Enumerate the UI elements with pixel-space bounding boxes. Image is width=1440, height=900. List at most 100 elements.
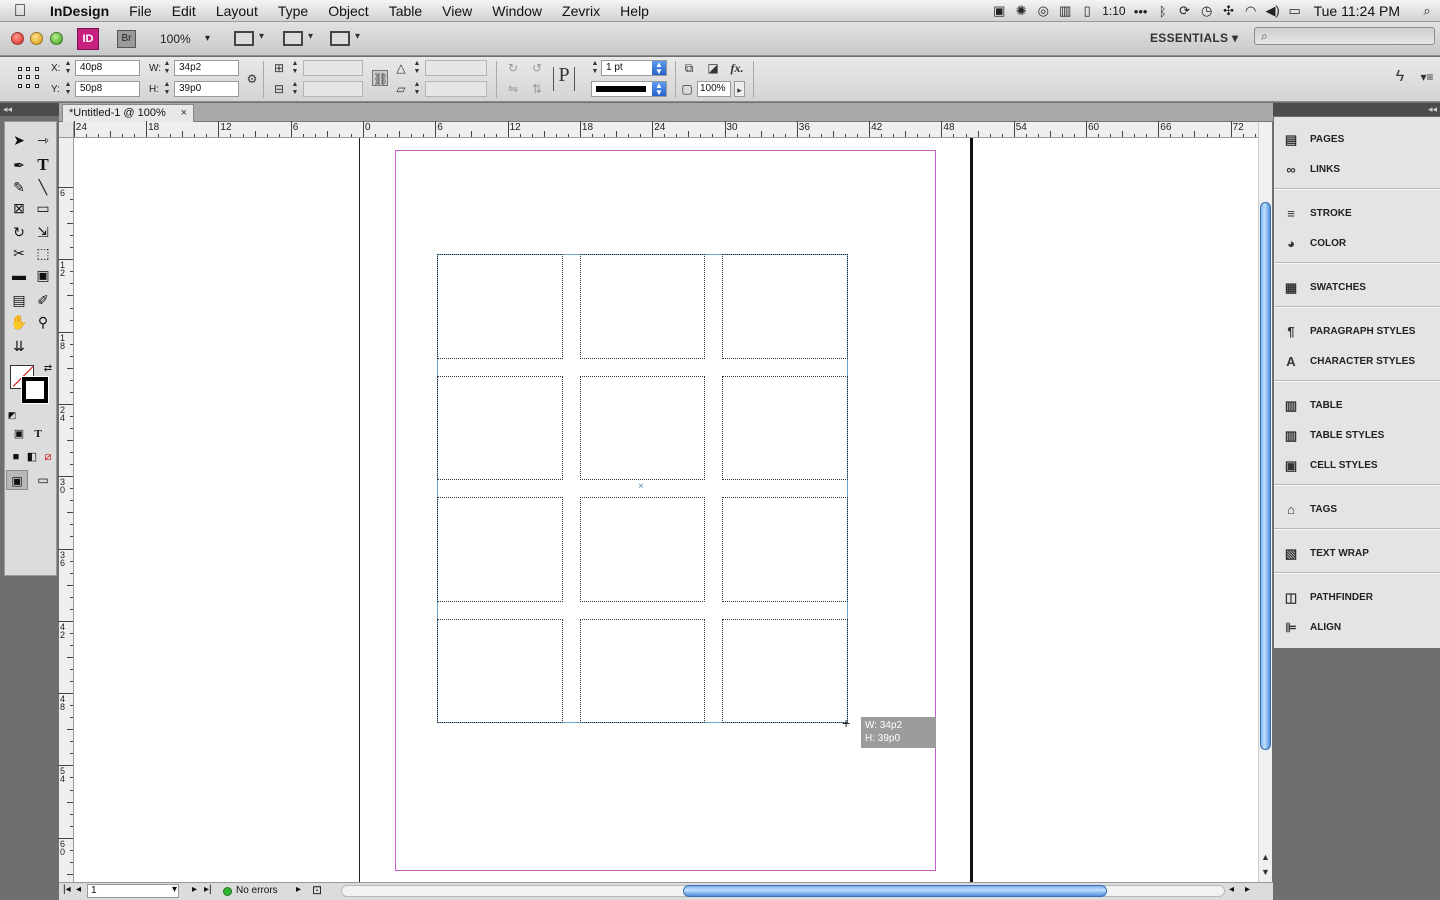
quick-apply-icon[interactable]: ϟ — [1392, 69, 1408, 85]
preflight-menu-icon[interactable]: ▸ — [296, 884, 301, 895]
ruler-origin[interactable] — [59, 122, 74, 138]
note-tool-icon[interactable]: ▤ — [8, 290, 30, 310]
location-icon[interactable]: ✣ — [1218, 3, 1240, 19]
default-fill-stroke-icon[interactable]: ◩ — [5, 405, 19, 425]
document-tab[interactable]: *Untitled-1 @ 100% × — [62, 104, 194, 122]
panel-table-styles[interactable]: ▥ TABLE STYLES — [1280, 423, 1436, 449]
direct-selection-tool-icon[interactable]: ⇾ — [32, 130, 54, 150]
vertical-scroll-thumb[interactable] — [1260, 202, 1271, 750]
gradient-feather-tool-icon[interactable]: ▣ — [32, 265, 54, 285]
panel-paragraph-styles[interactable]: ¶ PARAGRAPH STYLES — [1280, 319, 1436, 345]
previous-page-icon[interactable]: ◂ — [76, 884, 81, 895]
constrain-scale-icon[interactable]: ⛓ — [372, 70, 388, 86]
panel-pages[interactable]: ▤ PAGES — [1280, 127, 1436, 153]
swap-fill-stroke-icon[interactable]: ⇄ — [37, 359, 59, 379]
scroll-down-icon[interactable]: ▼ — [1261, 867, 1270, 877]
normal-view-mode-icon[interactable]: ▣ — [6, 470, 28, 490]
panel-tags[interactable]: ⌂ TAGS — [1280, 497, 1436, 523]
tools-more-icon[interactable]: ⇊ — [8, 336, 30, 356]
vertical-scrollbar[interactable]: ▲ ▼ — [1258, 122, 1272, 882]
stroke-type-dropdown[interactable]: ▲ ▼ — [652, 82, 666, 97]
panel-align[interactable]: ⊫ ALIGN — [1280, 615, 1436, 641]
menu-object[interactable]: Object — [318, 0, 378, 22]
stroke-swatch[interactable] — [21, 376, 49, 404]
minimize-window-button[interactable] — [30, 32, 43, 45]
battery-level-icon[interactable]: ▭ — [1284, 3, 1306, 19]
horizontal-scroll-thumb[interactable] — [683, 885, 1107, 897]
height-field[interactable]: 39p0 — [174, 81, 239, 97]
eyedropper-tool-icon[interactable]: ✐ — [32, 290, 54, 310]
close-tab-icon[interactable]: × — [181, 105, 187, 122]
rotate-cw-icon[interactable]: ↻ — [505, 60, 521, 76]
panel-menu-icon[interactable]: ▾≡ — [1419, 69, 1435, 85]
shear-stepper[interactable]: ▲ ▼ — [413, 81, 421, 97]
page-menu-icon[interactable]: ▾ — [172, 884, 177, 895]
last-page-icon[interactable]: ▸| — [204, 884, 212, 895]
panel-color[interactable]: ◕ COLOR — [1280, 231, 1436, 257]
panel-swatches[interactable]: ▦ SWATCHES — [1280, 275, 1436, 301]
rotate-tool-icon[interactable]: ↻ — [8, 222, 30, 242]
screen-mode-button[interactable]: ▾ — [283, 30, 319, 48]
scroll-left-icon[interactable]: ◂ — [1229, 884, 1234, 895]
free-transform-tool-icon[interactable]: ⬚ — [32, 243, 54, 263]
pencil-tool-icon[interactable]: ✎ — [8, 177, 30, 197]
pasteboard[interactable]: × + W: 34p2 H: 39p0 — [74, 138, 1258, 882]
zoom-tool-icon[interactable]: ⚲ — [32, 312, 54, 332]
stroke-weight-dropdown[interactable]: ▲ ▼ — [652, 61, 666, 76]
shear-angle-field[interactable] — [425, 81, 487, 97]
type-tool-icon[interactable]: T — [32, 155, 54, 175]
select-container-icon[interactable]: ⧉ — [681, 60, 697, 76]
stroke-type-select[interactable]: ▲ ▼ — [591, 81, 667, 97]
go-to-bridge-button[interactable]: Br — [117, 30, 136, 48]
sync-arrows-icon[interactable]: ⟳ — [1174, 3, 1196, 19]
scale-x-stepper[interactable]: ▲ ▼ — [291, 60, 299, 76]
stroke-weight-stepper[interactable]: ▲ ▼ — [591, 60, 599, 76]
line-tool-icon[interactable]: ╲ — [32, 177, 54, 197]
scale-x-field[interactable] — [303, 60, 363, 76]
panel-cell-styles[interactable]: ▣ CELL STYLES — [1280, 453, 1436, 479]
menu-layout[interactable]: Layout — [206, 0, 268, 22]
panel-table[interactable]: ▥ TABLE — [1280, 393, 1436, 419]
scroll-right-icon[interactable]: ▸ — [1245, 884, 1250, 895]
vertical-ruler[interactable]: 6 12 18 24 30 36 42 48 54 60 — [58, 138, 74, 899]
menu-indesign[interactable]: InDesign — [40, 0, 119, 22]
menu-file[interactable]: File — [119, 0, 162, 22]
rectangle-tool-icon[interactable]: ▭ — [32, 198, 54, 218]
apple-menu-icon[interactable]:  — [0, 1, 40, 21]
panel-pathfinder[interactable]: ◫ PATHFINDER — [1280, 585, 1436, 611]
menu-help[interactable]: Help — [610, 0, 659, 22]
network-status-icon[interactable]: ✺ — [1010, 3, 1032, 19]
opacity-dropdown-icon[interactable]: ▸ — [734, 81, 745, 97]
opacity-field[interactable]: 100% — [697, 81, 731, 97]
close-window-button[interactable] — [11, 32, 24, 45]
menu-clock[interactable]: Tue 11:24 PM — [1306, 3, 1414, 19]
battery-icon[interactable]: ▯ — [1076, 3, 1098, 19]
rotation-stepper[interactable]: ▲ ▼ — [413, 60, 421, 76]
stroke-weight-field[interactable]: 1 pt ▲ ▼ — [601, 60, 667, 76]
tools-collapse-icon[interactable]: ◂◂ — [0, 103, 59, 116]
rectangle-frame-tool-icon[interactable]: ⊠ — [8, 198, 30, 218]
menu-table[interactable]: Table — [379, 0, 432, 22]
preview-mode-icon[interactable]: ▭ — [32, 470, 54, 490]
zoom-level-select[interactable]: 100% — [160, 30, 212, 48]
rotate-ccw-icon[interactable]: ↺ — [529, 60, 545, 76]
flip-horizontal-icon[interactable]: ⇋ — [505, 81, 521, 97]
first-page-icon[interactable]: |◂ — [63, 884, 71, 895]
panel-text-wrap[interactable]: ▧ TEXT WRAP — [1280, 541, 1436, 567]
horizontal-ruler[interactable]: 24 18 12 6 0 6 12 18 24 30 36 42 48 54 60 66 72 — [73, 121, 1292, 138]
x-stepper[interactable]: ▲ ▼ — [64, 60, 72, 76]
scanner-status-icon[interactable]: ▥ — [1054, 3, 1076, 19]
width-field[interactable]: 34p2 — [174, 60, 239, 76]
volume-icon[interactable]: ◀) — [1262, 3, 1284, 19]
spotlight-search-icon[interactable]: ⌕ — [1414, 3, 1440, 19]
x-position-field[interactable]: 40p8 — [75, 60, 140, 76]
preflight-status[interactable]: No errors — [236, 885, 278, 896]
scale-tool-icon[interactable]: ⇲ — [32, 222, 54, 242]
menu-view[interactable]: View — [432, 0, 482, 22]
apply-none-icon[interactable]: ⧄ — [37, 447, 59, 467]
w-stepper[interactable]: ▲ ▼ — [163, 60, 171, 76]
y-position-field[interactable]: 50p8 — [75, 81, 140, 97]
flip-vertical-icon[interactable]: ⇅ — [529, 81, 545, 97]
bluetooth-icon[interactable]: ᛒ — [1152, 4, 1174, 19]
selection-tool-icon[interactable]: ➤ — [8, 130, 30, 150]
